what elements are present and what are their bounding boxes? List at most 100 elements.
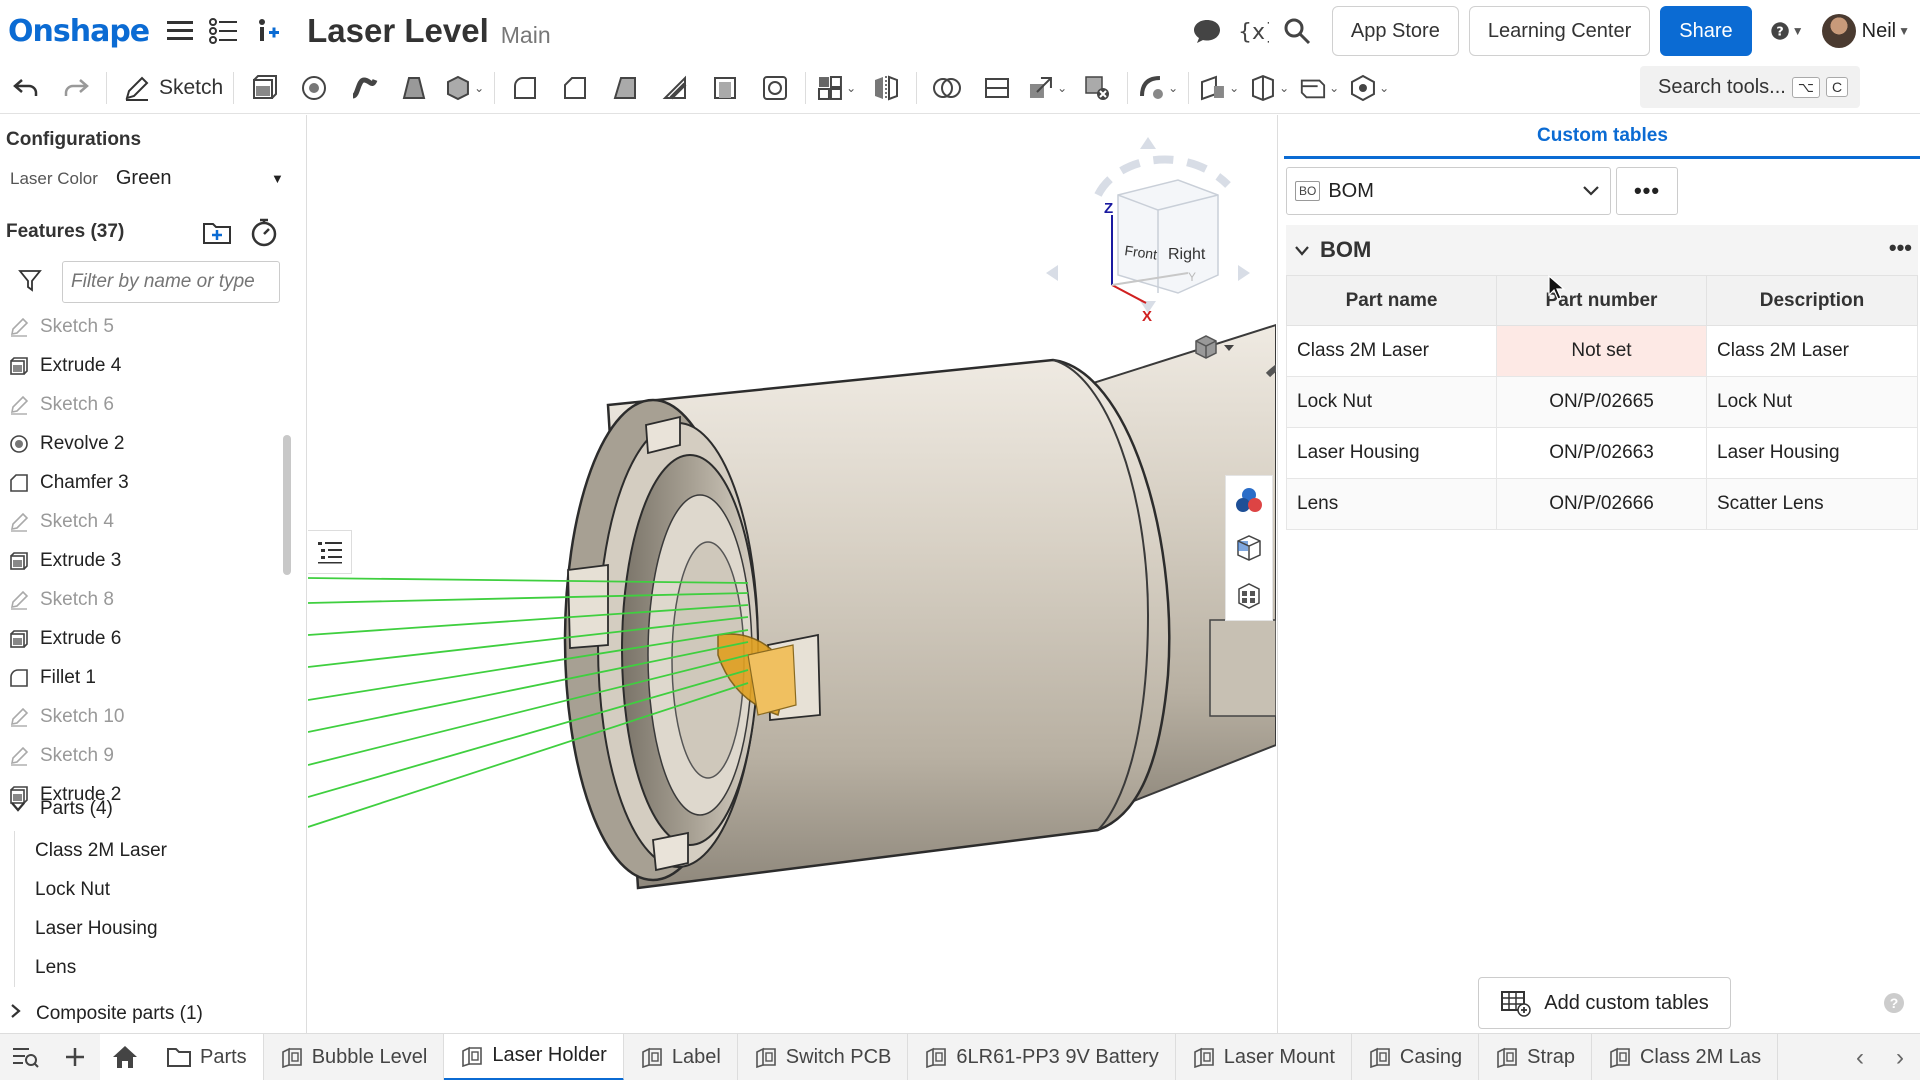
tab-part-studio[interactable]: 6LR61-PP3 9V Battery [908, 1034, 1176, 1080]
search-icon[interactable] [1280, 14, 1314, 48]
branch-name[interactable]: Main [501, 22, 551, 49]
plane-icon[interactable]: ⌄ [1199, 68, 1239, 108]
feature-item[interactable]: Chamfer 3 [0, 463, 280, 502]
part-item[interactable]: Lens [15, 948, 167, 987]
search-tools-input[interactable]: Search tools... ⌥ C [1640, 66, 1860, 108]
cell-description[interactable]: Laser Housing [1706, 427, 1918, 479]
laser-color-select[interactable]: Green ▼ [116, 167, 284, 190]
delete-part-icon[interactable] [1077, 68, 1117, 108]
cell-description[interactable]: Scatter Lens [1706, 478, 1918, 530]
variables-icon[interactable]: {x} [1236, 14, 1270, 48]
tab-part-studio[interactable]: Laser Holder [444, 1034, 624, 1080]
table-row[interactable]: Lens ON/P/02666 Scatter Lens [1286, 478, 1918, 530]
cell-part-number[interactable]: ON/P/02665 [1496, 376, 1707, 428]
mirror-icon[interactable] [866, 68, 906, 108]
column-header-part-name[interactable]: Part name [1286, 275, 1497, 326]
tab-part-studio[interactable]: Class 2M Las [1591, 1034, 1779, 1080]
tab-part-studio[interactable]: Strap [1479, 1034, 1592, 1080]
tab-part-studio[interactable]: Laser Mount [1175, 1034, 1352, 1080]
hole-icon[interactable] [755, 68, 795, 108]
home-icon[interactable] [100, 1034, 150, 1080]
undo-icon[interactable] [6, 68, 46, 108]
transform-icon[interactable]: ⌄ [1027, 68, 1067, 108]
fillet-icon[interactable] [505, 68, 545, 108]
bom-menu-icon[interactable]: ••• [1889, 235, 1912, 261]
cell-part-number[interactable]: ON/P/02663 [1496, 427, 1707, 479]
thicken-icon[interactable]: ⌄ [444, 68, 484, 108]
onshape-logo[interactable]: Onshape [8, 14, 150, 49]
cell-part-name[interactable]: Lock Nut [1286, 376, 1497, 428]
feature-item[interactable]: Sketch 5 [0, 307, 280, 346]
chevron-down-icon[interactable]: ⌄ [1057, 81, 1067, 95]
viewcube-right-label[interactable]: Right [1168, 246, 1206, 263]
feature-item[interactable]: Sketch 10 [0, 697, 280, 736]
app-store-button[interactable]: App Store [1331, 6, 1459, 56]
bom-section-header[interactable]: BOM ••• [1286, 225, 1918, 275]
feature-list-scrollbar[interactable] [283, 435, 291, 575]
feature-list-toggle-icon[interactable] [308, 530, 352, 574]
tab-part-studio[interactable]: Bubble Level [263, 1034, 445, 1080]
feature-filter-input[interactable] [62, 261, 280, 303]
part-item[interactable]: Lock Nut [15, 870, 167, 909]
parts-header[interactable]: Parts (4) [10, 798, 113, 820]
exploded-view-icon[interactable] [1226, 572, 1272, 620]
chevron-down-icon[interactable]: ⌄ [1168, 81, 1178, 95]
table-more-button[interactable]: ••• [1616, 167, 1678, 215]
chevron-down-icon[interactable]: ⌄ [1279, 81, 1289, 95]
sketch-button[interactable]: Sketch [123, 74, 223, 102]
filter-icon[interactable] [18, 268, 42, 297]
view-options-icon[interactable] [1192, 333, 1238, 368]
tab-part-studio[interactable]: Switch PCB [737, 1034, 909, 1080]
feature-item[interactable]: Fillet 1 [0, 658, 280, 697]
chevron-down-icon[interactable]: ⌄ [1379, 81, 1389, 95]
table-row[interactable]: Lock Nut ON/P/02665 Lock Nut [1286, 376, 1918, 428]
tab-part-studio[interactable]: Casing [1351, 1034, 1480, 1080]
chevron-left-icon[interactable]: ‹ [1856, 1044, 1864, 1072]
cell-part-number[interactable]: ON/P/02666 [1496, 478, 1707, 530]
chevron-down-icon[interactable]: ⌄ [846, 81, 856, 95]
cell-description[interactable]: Lock Nut [1706, 376, 1918, 428]
revolve-icon[interactable] [294, 68, 334, 108]
appearance-icon[interactable] [1226, 476, 1272, 524]
feature-list-icon[interactable] [207, 14, 241, 48]
hamburger-menu-icon[interactable] [163, 14, 197, 48]
rollback-timer-icon[interactable] [250, 217, 278, 252]
rib-icon[interactable] [655, 68, 695, 108]
view-cube[interactable]: Front Right Z X Y [1028, 135, 1268, 335]
share-button[interactable]: Share [1660, 6, 1752, 56]
cell-part-name[interactable]: Class 2M Laser [1286, 325, 1497, 377]
feature-item[interactable]: Sketch 8 [0, 580, 280, 619]
add-custom-tables-button[interactable]: Add custom tables [1478, 977, 1731, 1029]
feature-item[interactable]: Extrude 3 [0, 541, 280, 580]
table-row[interactable]: Laser Housing ON/P/02663 Laser Housing [1286, 427, 1918, 479]
frame-icon[interactable]: ⌄ [1349, 68, 1389, 108]
cell-part-number[interactable]: Not set [1496, 325, 1707, 377]
cell-description[interactable]: Class 2M Laser [1706, 325, 1918, 377]
graphics-area[interactable]: Front Right Z X Y [308, 115, 1276, 1033]
shell-icon[interactable] [705, 68, 745, 108]
add-tab-icon[interactable] [50, 1034, 100, 1080]
table-row[interactable]: Class 2M Laser Not set Class 2M Laser [1286, 325, 1918, 377]
panel-help-icon[interactable]: ? [1884, 993, 1904, 1013]
document-title[interactable]: Laser Level [307, 12, 489, 50]
chevron-right-icon[interactable]: › [1896, 1044, 1904, 1072]
sheet-metal-icon[interactable]: ⌄ [1299, 68, 1339, 108]
cell-part-name[interactable]: Laser Housing [1286, 427, 1497, 479]
tab-part-studio[interactable]: Label [623, 1034, 738, 1080]
learning-center-button[interactable]: Learning Center [1468, 6, 1651, 56]
column-header-part-number[interactable]: Part number [1496, 275, 1707, 326]
feature-item[interactable]: Extrude 4 [0, 346, 280, 385]
boolean-icon[interactable] [927, 68, 967, 108]
chevron-down-icon[interactable]: ⌄ [1229, 81, 1239, 95]
chevron-down-icon[interactable]: ⌄ [474, 81, 484, 95]
linear-pattern-icon[interactable]: ⌄ [816, 68, 856, 108]
loft-icon[interactable] [394, 68, 434, 108]
feature-item[interactable]: Sketch 4 [0, 502, 280, 541]
insert-icon[interactable] [251, 14, 285, 48]
sweep-icon[interactable] [344, 68, 384, 108]
chamfer-icon[interactable] [555, 68, 595, 108]
section-view-icon[interactable] [1226, 524, 1272, 572]
composite-parts-header[interactable]: Composite parts (1) [10, 1003, 203, 1025]
feature-item[interactable]: Extrude 6 [0, 619, 280, 658]
tab-manager-icon[interactable] [0, 1034, 50, 1080]
